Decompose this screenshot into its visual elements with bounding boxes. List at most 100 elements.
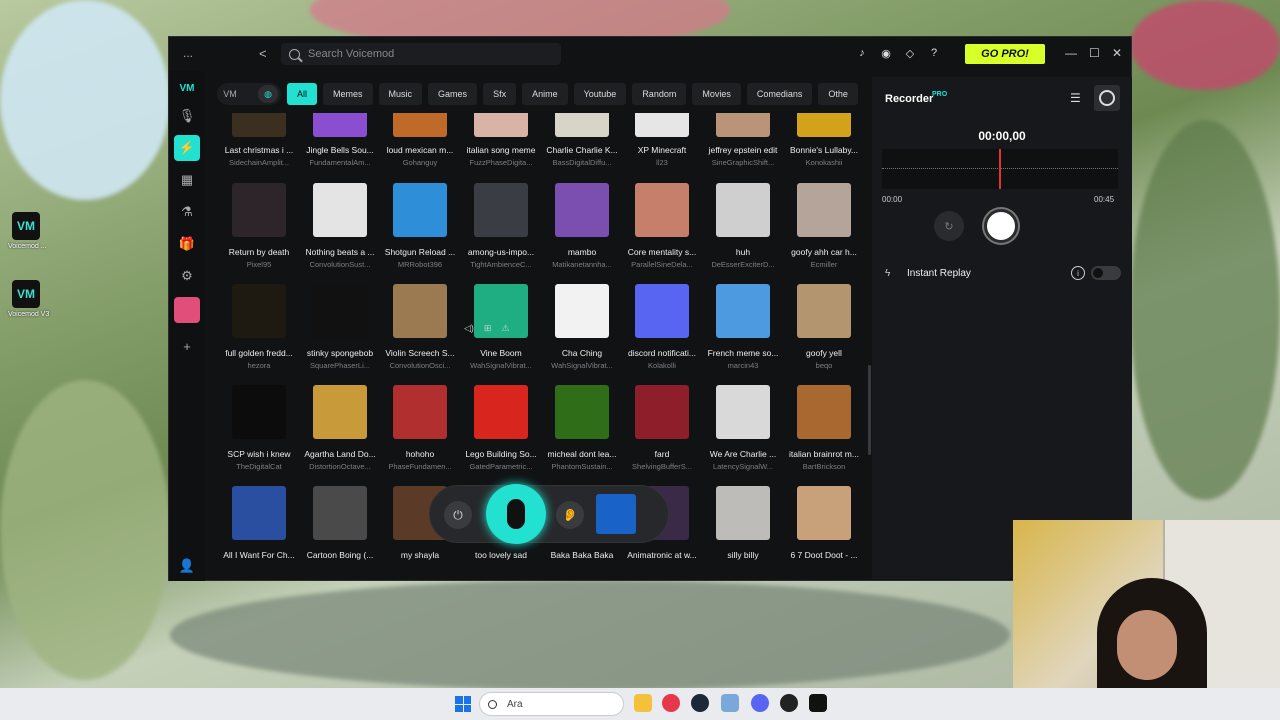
sound-tile[interactable]: discord notificati... Kolakolli	[622, 284, 702, 384]
desktop-icon-voicemod[interactable]: VM Voicemod ...	[8, 212, 47, 250]
sound-tile[interactable]: Agartha Land Do... DistortionOctave...	[300, 385, 380, 485]
record-button[interactable]	[984, 209, 1018, 243]
voice-changer-icon[interactable]: 🎙	[174, 103, 200, 129]
sound-tile[interactable]: goofy yell beqo	[784, 284, 863, 384]
obs-icon[interactable]	[780, 694, 798, 712]
user-icon[interactable]: 👤	[174, 553, 200, 579]
sound-tile[interactable]: fard ShelvingBufferS...	[622, 385, 702, 485]
minimize-button[interactable]: —	[1065, 46, 1077, 60]
sound-tile[interactable]: Cha Ching WahSignalVibrat...	[542, 284, 622, 384]
waveform[interactable]	[882, 149, 1118, 189]
sound-thumbnail	[232, 183, 286, 237]
sound-tile[interactable]: Shotgun Reload ... MRRobot396	[380, 183, 460, 283]
instant-replay-toggle[interactable]	[1091, 266, 1121, 280]
close-button[interactable]: ✕	[1112, 46, 1122, 60]
sound-title: XP Minecraft	[637, 145, 687, 155]
category-anime[interactable]: Anime	[522, 83, 568, 105]
ear-icon[interactable]: 👂	[556, 501, 584, 529]
grid-scrollbar[interactable]	[868, 365, 871, 455]
gift-icon[interactable]: 🎁	[174, 231, 200, 257]
sound-tile[interactable]: 6 7 Doot Doot - ...	[784, 486, 863, 579]
sound-tile[interactable]: Lego Building So... GatedParametric...	[461, 385, 541, 485]
category-youtube[interactable]: Youtube	[573, 83, 627, 105]
sound-author: hezora	[247, 361, 271, 370]
sound-tile[interactable]: SCP wish i knew TheDigitalCat	[219, 385, 299, 485]
sound-tile[interactable]: stinky spongebob SquarePhaserLi...	[300, 284, 380, 384]
file-explorer-icon[interactable]	[634, 694, 652, 712]
globe-icon[interactable]: ◍	[258, 85, 278, 103]
sound-author: DeEsserExciterD...	[711, 260, 775, 269]
maximize-button[interactable]: ☐	[1089, 46, 1100, 60]
sound-tile[interactable]: hohoho PhaseFundamen...	[380, 385, 460, 485]
sound-tile[interactable]: among-us-impo... TightAmbienceC...	[461, 183, 541, 283]
category-sfx[interactable]: Sfx	[483, 83, 517, 105]
flask-icon[interactable]: ⚗	[174, 199, 200, 225]
voicemod-view-icon[interactable]: VM	[220, 85, 240, 103]
sound-tile[interactable]: French meme so... marcin43	[703, 284, 783, 384]
voicemod-taskbar-icon[interactable]	[809, 694, 827, 712]
microphone-button[interactable]	[486, 484, 546, 544]
sound-tile[interactable]: mambo Matikanetannha...	[542, 183, 622, 283]
add-icon[interactable]: +	[174, 333, 200, 359]
category-all[interactable]: All	[287, 83, 318, 105]
sound-tile[interactable]: Nothing beats a ... ConvolutionSust...	[300, 183, 380, 283]
back-button[interactable]: <	[259, 46, 267, 61]
sound-thumbnail	[232, 284, 286, 338]
help-icon[interactable]: ?	[927, 47, 941, 60]
dock-sound-thumbnail[interactable]	[596, 494, 636, 534]
view-toggle[interactable]: VM ◍	[217, 83, 281, 105]
playhead[interactable]	[999, 149, 1001, 189]
sound-tile[interactable]: We Are Charlie ... LatencySignalW...	[703, 385, 783, 485]
sound-title: Nothing beats a ...	[305, 247, 375, 257]
info-icon[interactable]: i	[1071, 266, 1085, 280]
add-to-list-icon[interactable]: ⊞	[484, 323, 492, 334]
category-comedians[interactable]: Comedians	[746, 83, 813, 105]
apps-icon[interactable]: ▦	[174, 167, 200, 193]
settings-icon[interactable]: ⚙	[174, 263, 200, 289]
sound-thumbnail	[716, 486, 770, 540]
category-music[interactable]: Music	[378, 83, 423, 105]
sound-thumbnail	[797, 385, 851, 439]
windows-start-icon[interactable]	[455, 696, 471, 712]
discord-icon[interactable]: ◉	[879, 47, 893, 60]
sound-tile[interactable]: Violin Screech S... ConvolutionOsci...	[380, 284, 460, 384]
category-movies[interactable]: Movies	[692, 83, 741, 105]
search-bar[interactable]	[281, 43, 561, 65]
sound-tile[interactable]: goofy ahh car h... Ecmiller	[784, 183, 863, 283]
power-icon[interactable]: ⏻	[444, 501, 472, 529]
category-games[interactable]: Games	[428, 83, 478, 105]
taskbar-search[interactable]: Ara	[479, 692, 624, 716]
warning-icon[interactable]: ⚠	[501, 323, 509, 334]
category-other[interactable]: Othe	[818, 83, 858, 105]
category-memes[interactable]: Memes	[323, 83, 373, 105]
soundboard-icon[interactable]: ⚡	[174, 135, 200, 161]
sound-tile[interactable]: Cartoon Boing (...	[300, 486, 380, 579]
sound-tile[interactable]: micheal dont lea... PhantomSustain...	[542, 385, 622, 485]
settings-app-icon[interactable]	[721, 694, 739, 712]
sound-tile[interactable]: Core mentality s... ParallelSineDela...	[622, 183, 702, 283]
sound-title: Violin Screech S...	[385, 348, 455, 358]
menu-button[interactable]: ...	[183, 46, 193, 60]
sound-tile[interactable]: italian brainrot m... BartBrickson	[784, 385, 863, 485]
sound-tile[interactable]: All I Want For Ch...	[219, 486, 299, 579]
sliders-icon[interactable]: ☰	[1070, 91, 1081, 105]
loop-icon[interactable]: ↻	[934, 211, 964, 241]
sound-tile[interactable]: silly billy	[703, 486, 783, 579]
recorder-controls: ↻	[934, 209, 1018, 243]
sound-tile[interactable]: Vine Boom WahSignalVibrat...	[461, 284, 541, 384]
record-toggle-button[interactable]	[1094, 85, 1120, 111]
volume-icon[interactable]: ◁)	[464, 323, 474, 334]
sound-tile[interactable]: Return by death Pixel95	[219, 183, 299, 283]
bell-icon[interactable]: ♪	[855, 47, 869, 60]
sound-tile[interactable]: full golden fredd... hezora	[219, 284, 299, 384]
category-random[interactable]: Random	[632, 83, 687, 105]
avatar-app-icon[interactable]	[174, 297, 200, 323]
steam-icon[interactable]	[691, 694, 709, 712]
search-input[interactable]	[308, 48, 548, 60]
opera-icon[interactable]	[662, 694, 680, 712]
desktop-icon-voicemod-v3[interactable]: VM Voicemod V3	[8, 280, 49, 318]
discord-taskbar-icon[interactable]	[751, 694, 769, 712]
sound-tile[interactable]: huh DeEsserExciterD...	[703, 183, 783, 283]
tag-icon[interactable]: ◇	[903, 47, 917, 60]
go-pro-button[interactable]: GO PRO!	[965, 44, 1045, 64]
